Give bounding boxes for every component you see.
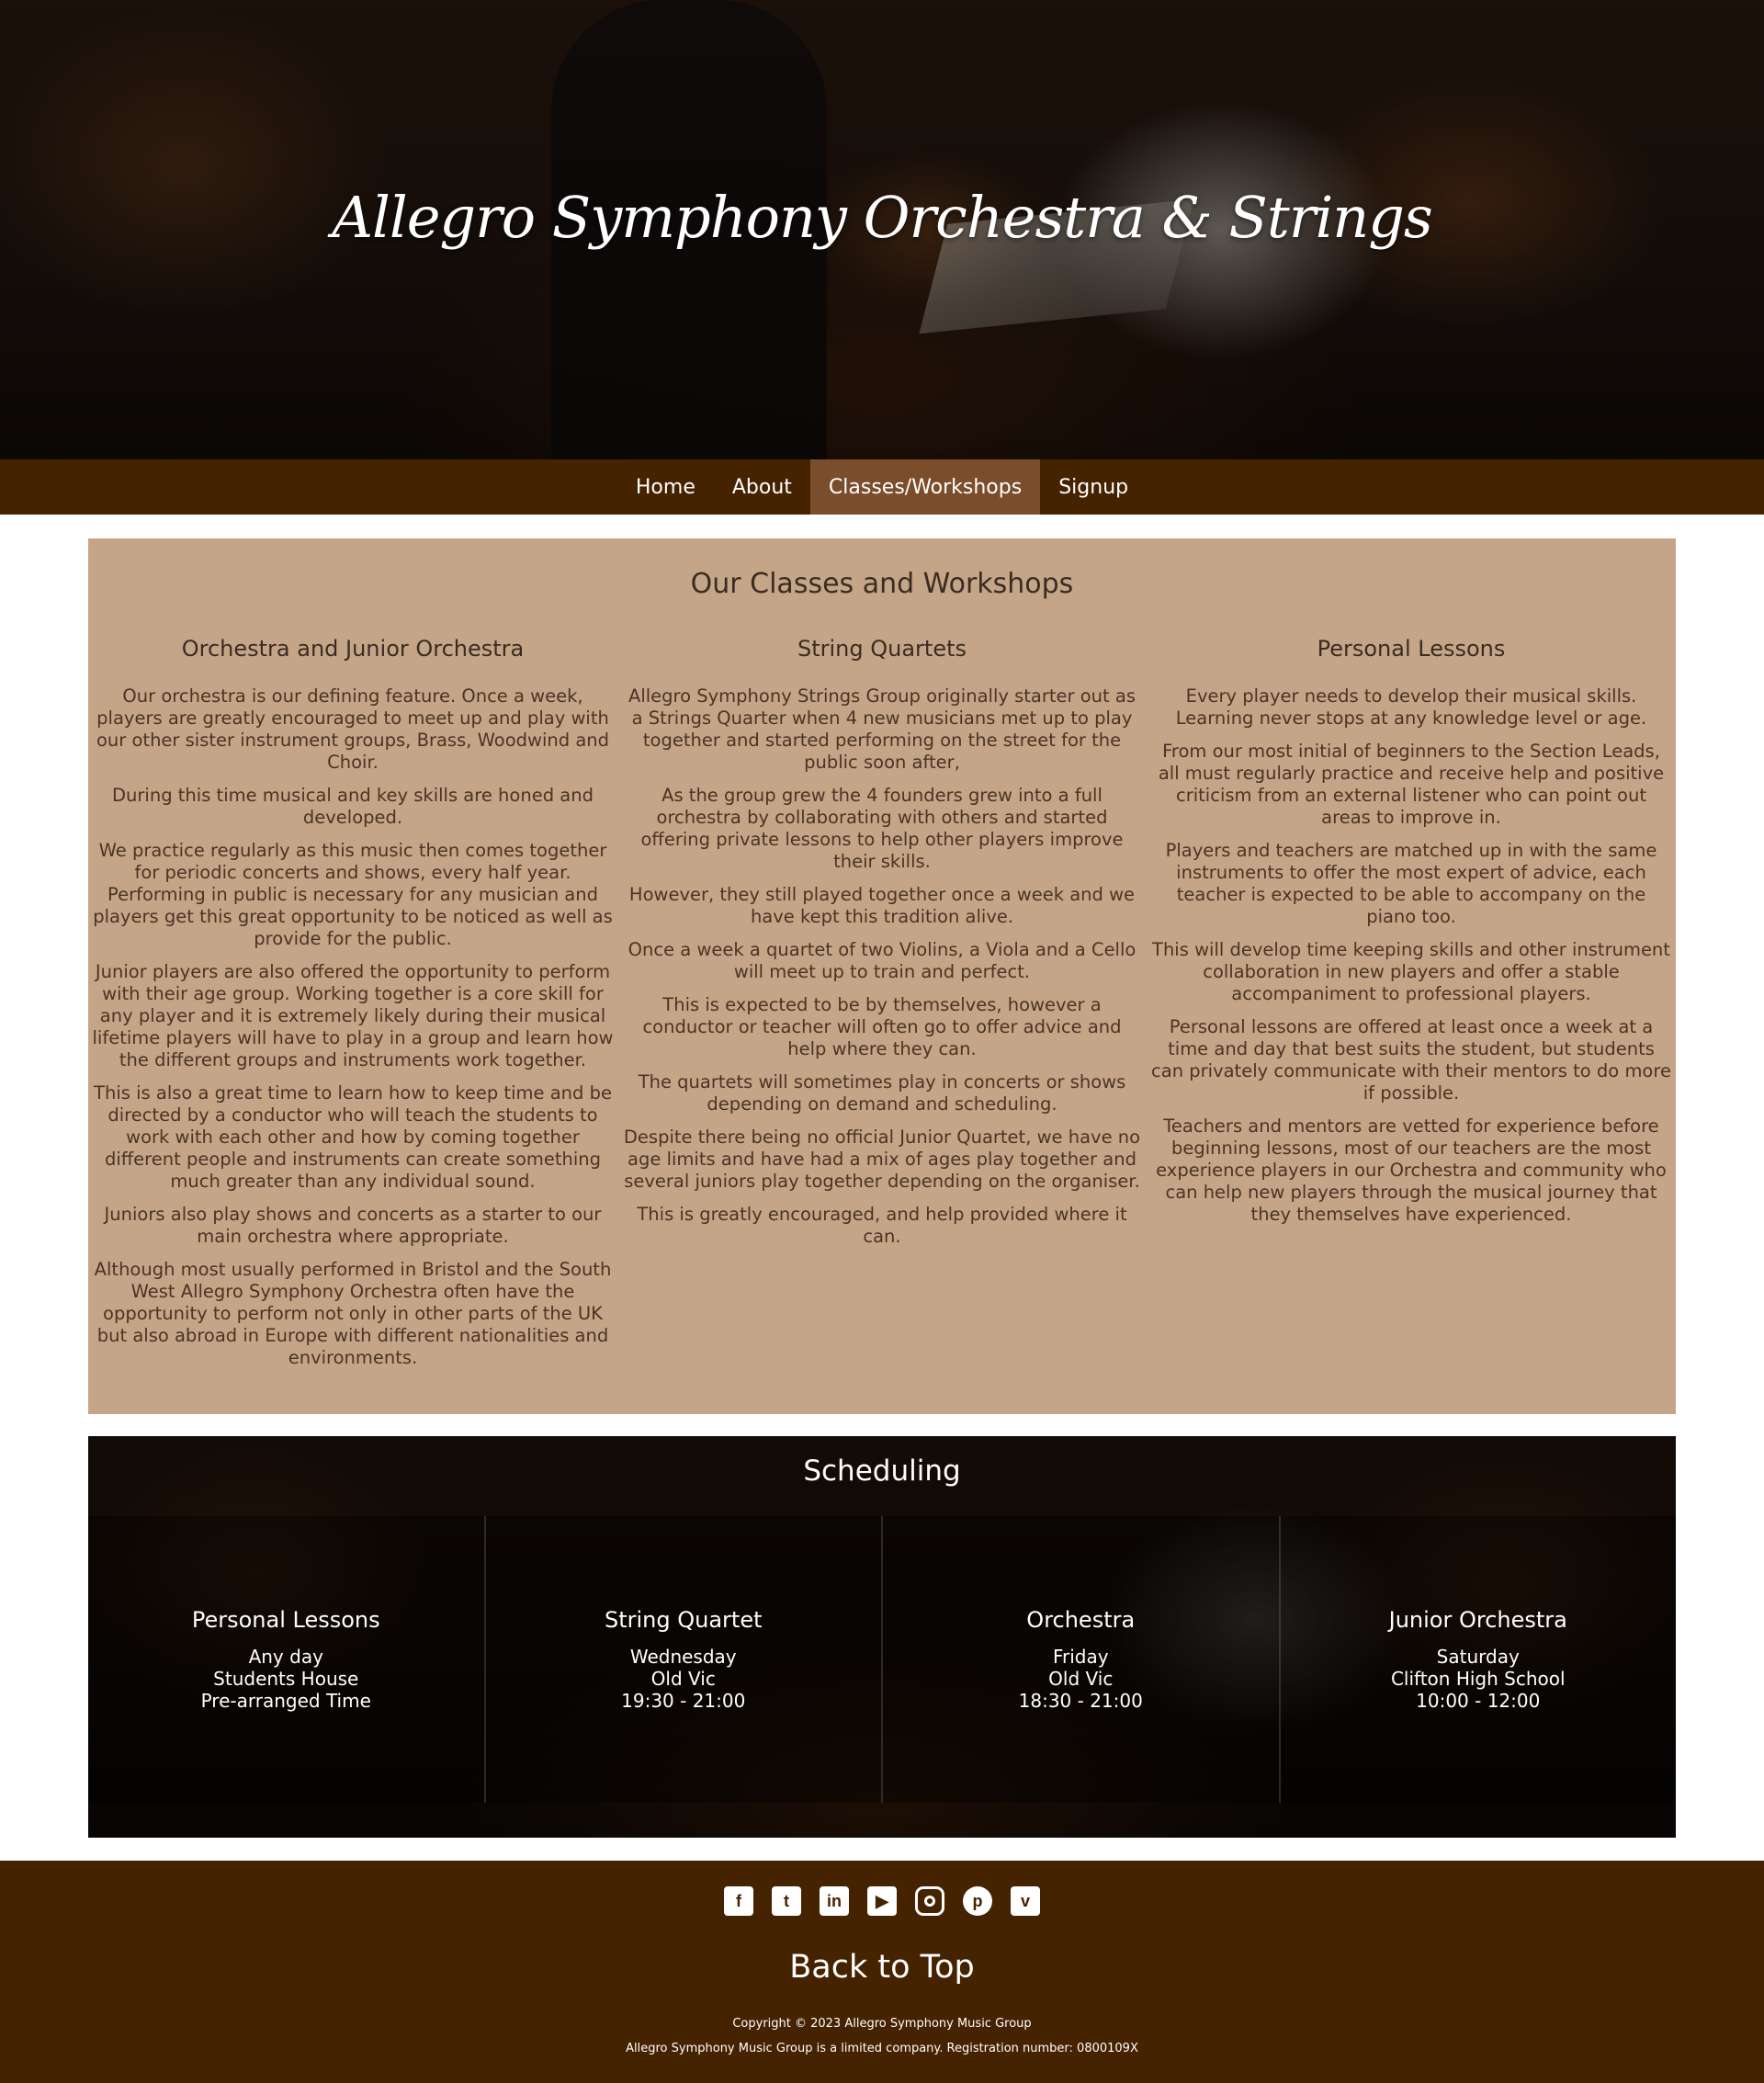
schedule-time: 19:30 - 21:00 <box>621 1690 746 1712</box>
column-heading: String Quartets <box>797 636 967 662</box>
schedule-time: Pre-arranged Time <box>200 1690 371 1712</box>
schedule-name: Personal Lessons <box>191 1607 380 1633</box>
nav-about[interactable]: About <box>714 459 810 515</box>
orchestra-column: Orchestra and Junior Orchestra Our orche… <box>88 636 617 1380</box>
linkedin-icon[interactable]: in <box>820 1886 849 1916</box>
paragraph: Juniors also play shows and concerts as … <box>104 1204 602 1247</box>
column-heading: Personal Lessons <box>1317 636 1506 662</box>
hero-banner: Allegro Symphony Orchestra & Strings <box>0 0 1764 459</box>
nav-classes-workshops[interactable]: Classes/Workshops <box>809 459 1041 515</box>
registration-text: Allegro Symphony Music Group is a limite… <box>626 2042 1138 2055</box>
schedule-string-quartet: String Quartet Wednesday Old Vic 19:30 -… <box>486 1516 883 1803</box>
paragraph: Allegro Symphony Strings Group originall… <box>628 685 1136 773</box>
paragraph: The quartets will sometimes play in conc… <box>638 1071 1126 1115</box>
main-nav: Home About Classes/Workshops Signup <box>0 459 1764 515</box>
paragraph: Once a week a quartet of two Violins, a … <box>628 939 1136 982</box>
schedule-place: Students House <box>213 1668 359 1690</box>
facebook-icon[interactable]: f <box>724 1886 753 1916</box>
paragraph: This is expected to be by themselves, ho… <box>642 994 1122 1059</box>
site-footer: f t in ▶ p v Back to Top Copyright © 202… <box>0 1861 1764 2083</box>
paragraph: Every player needs to develop their musi… <box>1175 685 1647 729</box>
schedule-day: Friday <box>1052 1646 1109 1668</box>
classes-section: Our Classes and Workshops Orchestra and … <box>88 538 1676 1414</box>
classes-title: Our Classes and Workshops <box>690 568 1074 600</box>
paragraph: Players and teachers are matched up in w… <box>1165 840 1657 927</box>
column-heading: Orchestra and Junior Orchestra <box>181 636 525 662</box>
schedule-junior-orchestra: Junior Orchestra Saturday Clifton High S… <box>1281 1516 1677 1803</box>
instagram-icon[interactable] <box>915 1886 944 1916</box>
paragraph: This is also a great time to learn how t… <box>94 1082 612 1192</box>
schedule-name: Junior Orchestra <box>1388 1607 1567 1633</box>
scheduling-title: Scheduling <box>803 1455 961 1488</box>
schedule-day: Saturday <box>1436 1646 1520 1668</box>
paragraph: Despite there being no official Junior Q… <box>623 1126 1141 1192</box>
paragraph: As the group grew the 4 founders grew in… <box>640 785 1124 872</box>
schedule-grid: Personal Lessons Any day Students House … <box>88 1516 1676 1803</box>
paragraph: Junior players are also offered the oppo… <box>92 961 614 1070</box>
paragraph: This will develop time keeping skills an… <box>1152 939 1670 1004</box>
paragraph: Personal lessons are offered at least on… <box>1151 1016 1671 1104</box>
paragraph: This is greatly encouraged, and help pro… <box>637 1204 1127 1247</box>
paragraph: However, they still played together once… <box>628 884 1136 927</box>
nav-signup[interactable]: Signup <box>1040 459 1147 515</box>
paragraph: From our most initial of beginners to th… <box>1158 741 1665 828</box>
paragraph: We practice regularly as this music then… <box>93 840 613 949</box>
back-to-top-link[interactable]: Back to Top <box>0 1949 1764 1986</box>
paragraph: Our orchestra is our defining feature. O… <box>96 685 610 773</box>
schedule-day: Any day <box>248 1646 323 1668</box>
schedule-time: 18:30 - 21:00 <box>1018 1690 1143 1712</box>
schedule-name: Orchestra <box>1026 1607 1136 1633</box>
schedule-time: 10:00 - 12:00 <box>1416 1690 1541 1712</box>
site-title: Allegro Symphony Orchestra & Strings <box>332 184 1432 251</box>
nav-home[interactable]: Home <box>617 459 714 515</box>
paragraph: Teachers and mentors are vetted for expe… <box>1156 1115 1667 1225</box>
pinterest-icon[interactable]: p <box>963 1886 992 1916</box>
classes-columns: Orchestra and Junior Orchestra Our orche… <box>88 636 1676 1380</box>
twitter-icon[interactable]: t <box>772 1886 801 1916</box>
paragraph: Although most usually performed in Brist… <box>94 1259 612 1368</box>
copyright-text: Copyright © 2023 Allegro Symphony Music … <box>732 2017 1032 2031</box>
schedule-place: Clifton High School <box>1390 1668 1566 1690</box>
social-links: f t in ▶ p v <box>0 1886 1764 1916</box>
schedule-day: Wednesday <box>629 1646 737 1668</box>
youtube-icon[interactable]: ▶ <box>867 1886 897 1916</box>
schedule-name: String Quartet <box>604 1607 763 1633</box>
schedule-orchestra: Orchestra Friday Old Vic 18:30 - 21:00 <box>883 1516 1281 1803</box>
schedule-place: Old Vic <box>650 1668 716 1690</box>
vimeo-icon[interactable]: v <box>1011 1886 1040 1916</box>
paragraph: During this time musical and key skills … <box>112 785 594 828</box>
scheduling-section: Scheduling Personal Lessons Any day Stud… <box>88 1436 1676 1838</box>
schedule-personal-lessons: Personal Lessons Any day Students House … <box>88 1516 486 1803</box>
string-quartets-column: String Quartets Allegro Symphony Strings… <box>617 636 1147 1380</box>
personal-lessons-column: Personal Lessons Every player needs to d… <box>1147 636 1676 1380</box>
schedule-place: Old Vic <box>1048 1668 1114 1690</box>
